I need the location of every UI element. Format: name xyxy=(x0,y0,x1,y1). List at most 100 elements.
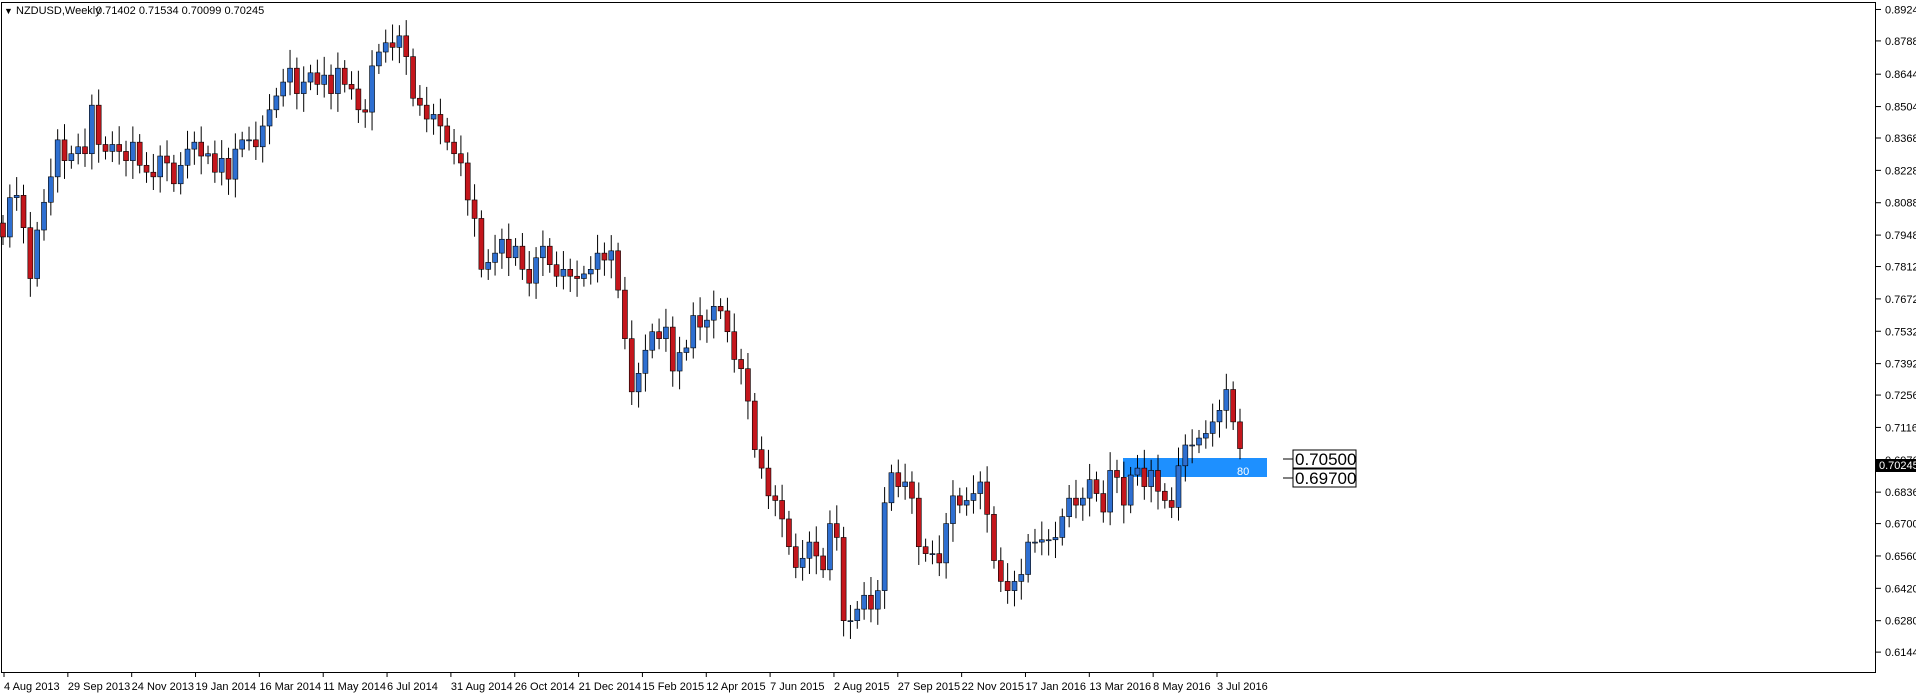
candle-body xyxy=(1032,541,1038,544)
candle-body xyxy=(341,67,348,85)
candle-body xyxy=(198,141,204,157)
x-tick-label: 29 Sep 2013 xyxy=(68,681,130,693)
candle-body xyxy=(840,537,847,621)
candle-body xyxy=(1223,389,1230,411)
x-tick-label: 8 May 2016 xyxy=(1153,681,1210,693)
y-tick-label: 0.64200 xyxy=(1885,583,1916,595)
candle-body xyxy=(786,518,792,548)
y-tick-label: 0.71160 xyxy=(1885,422,1916,434)
candle-body xyxy=(471,199,478,219)
candle-body xyxy=(82,146,88,155)
chart-menu-icon[interactable]: ▼ xyxy=(4,6,13,16)
candle-body xyxy=(745,368,751,402)
candle-body xyxy=(847,620,854,622)
candle-body xyxy=(1086,479,1093,499)
candle-body xyxy=(874,590,881,610)
candle-body xyxy=(1025,541,1031,575)
x-tick-label: 24 Nov 2013 xyxy=(132,681,194,693)
candle-body xyxy=(649,331,656,351)
x-tick-label: 19 Jan 2014 xyxy=(196,681,257,693)
y-tick-label: 0.89240 xyxy=(1885,4,1916,16)
current-price-label: 0.70245 xyxy=(1879,460,1916,472)
candle-body xyxy=(171,162,177,185)
x-tick-label: 3 Jul 2016 xyxy=(1217,681,1268,693)
candle-body xyxy=(1121,477,1127,506)
candle-body xyxy=(779,500,785,520)
candle-body xyxy=(225,158,232,180)
y-tick-label: 0.68360 xyxy=(1885,487,1916,499)
y-tick-label: 0.62800 xyxy=(1885,616,1916,628)
candle-body xyxy=(1203,433,1209,439)
x-tick-label: 11 May 2014 xyxy=(323,681,386,693)
y-tick-label: 0.83680 xyxy=(1885,133,1916,145)
x-tick-label: 17 Jan 2016 xyxy=(1025,681,1086,693)
candle-body xyxy=(833,523,840,538)
candle-body xyxy=(758,449,765,469)
candle-body xyxy=(669,326,676,372)
candle-body xyxy=(130,141,136,161)
candle-body xyxy=(109,144,116,152)
candle-body xyxy=(697,315,703,328)
candle-body xyxy=(410,56,416,99)
candle-body xyxy=(369,65,375,113)
y-tick-label: 0.72560 xyxy=(1885,390,1916,402)
candle-body xyxy=(820,555,826,571)
candle-body xyxy=(75,146,81,155)
candle-body xyxy=(485,262,492,270)
candle-body xyxy=(526,269,533,284)
candle-body xyxy=(806,541,813,559)
candle-body xyxy=(717,305,724,312)
candle-body xyxy=(102,144,109,152)
x-tick-label: 12 Apr 2015 xyxy=(706,681,765,693)
y-tick-label: 0.80880 xyxy=(1885,198,1916,210)
candle-body xyxy=(1080,497,1086,506)
candle-body xyxy=(813,541,820,557)
candle-body xyxy=(765,467,772,497)
candle-body xyxy=(683,347,690,353)
candle-body xyxy=(970,493,977,501)
candle-body xyxy=(48,176,54,203)
candle-body xyxy=(61,139,68,161)
candle-body xyxy=(458,153,464,164)
candle-body xyxy=(519,245,526,270)
candle-body xyxy=(1059,516,1066,538)
candle-body xyxy=(294,67,300,94)
symbol-label: NZDUSD,Weekly xyxy=(16,5,101,17)
candle-body xyxy=(239,139,245,150)
candle-body xyxy=(956,495,963,506)
price-chart[interactable]: 80 0.89240 0.87880 0.86440 0.85040 0.83680 0.… xyxy=(0,0,1916,698)
y-tick-label: 0.73920 xyxy=(1885,359,1916,371)
candle-body xyxy=(1093,479,1100,494)
candle-body xyxy=(512,245,519,259)
candle-body xyxy=(1127,474,1134,506)
candle-body xyxy=(929,553,936,555)
candle-body xyxy=(635,373,642,393)
x-tick-label: 15 Feb 2015 xyxy=(642,681,704,693)
candle-body xyxy=(915,497,922,548)
candle-body xyxy=(587,269,594,275)
candle-body xyxy=(546,245,553,265)
candle-body xyxy=(1189,444,1195,447)
candle-body xyxy=(266,109,273,127)
candle-body xyxy=(888,472,895,504)
candle-body xyxy=(143,164,150,173)
candle-body xyxy=(1018,574,1025,582)
candle-body xyxy=(1039,539,1045,543)
candle-body xyxy=(376,51,382,67)
candle-body xyxy=(396,35,403,48)
candle-body xyxy=(499,238,505,254)
x-tick-label: 22 Nov 2015 xyxy=(962,681,1024,693)
candle-body xyxy=(998,560,1004,582)
candle-body xyxy=(54,139,61,178)
candle-body xyxy=(464,162,471,201)
candle-body xyxy=(574,275,580,279)
candle-body xyxy=(34,229,40,279)
candle-body xyxy=(382,42,389,53)
candle-body xyxy=(731,331,738,360)
candle-body xyxy=(553,264,560,277)
candle-body xyxy=(1052,537,1059,541)
candle-body xyxy=(1155,470,1161,492)
y-tick-label: 0.67000 xyxy=(1885,519,1916,531)
candle-body xyxy=(1073,497,1079,506)
candle-body xyxy=(676,352,683,372)
